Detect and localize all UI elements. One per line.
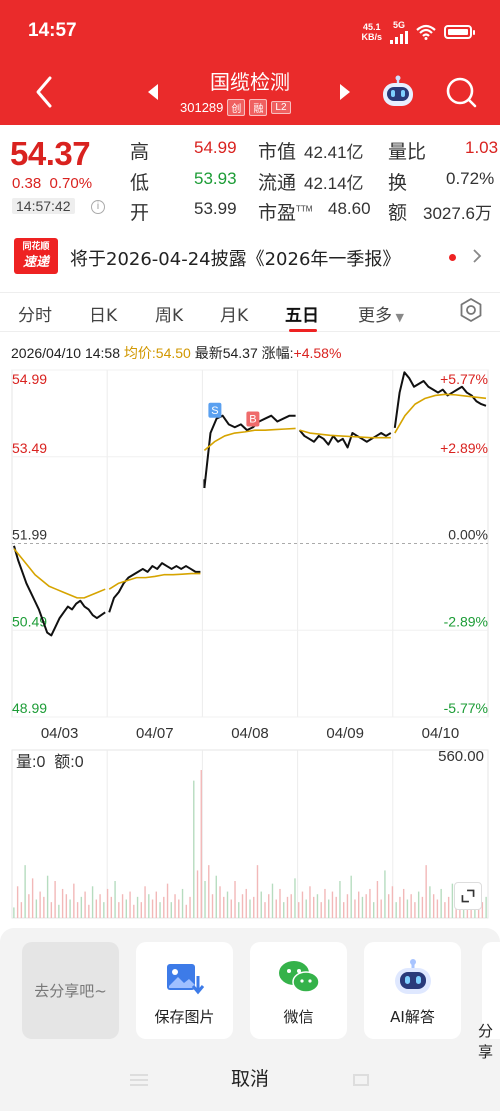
wechat-share-button[interactable]: 微信 — [250, 942, 347, 1039]
x-tick-label: 04/03 — [41, 725, 79, 742]
active-tab-indicator — [289, 329, 317, 332]
ai-robot-icon — [395, 959, 431, 994]
fullscreen-icon[interactable] — [454, 882, 482, 910]
turnover-label: 换 — [388, 173, 408, 194]
dropdown-icon: ▼ — [392, 311, 404, 324]
save-image-icon — [167, 964, 205, 995]
battery-icon — [444, 25, 475, 39]
price-line — [203, 414, 296, 489]
chevron-right-icon[interactable] — [472, 249, 482, 263]
ai-answer-button[interactable]: AI解答 — [364, 942, 461, 1039]
signal-type: 5G — [392, 20, 405, 30]
gear-icon[interactable] — [458, 297, 484, 323]
x-tick-label: 04/08 — [231, 725, 269, 742]
open-label: 开 — [130, 203, 150, 224]
avg-line — [13, 548, 106, 599]
y-tick-label-right: +2.89% — [440, 440, 488, 456]
buy-marker-label: B — [249, 413, 256, 425]
y-tick-label-left: 51.99 — [12, 527, 47, 543]
current-price: 54.37 — [10, 135, 91, 172]
y-tick-label-left: 54.99 — [12, 371, 47, 387]
signal-icon — [390, 30, 408, 44]
vol-ratio-value: 1.03 — [465, 138, 499, 157]
chart-info-line: 2026/04/10 14:58 均价:54.50 最新54.37 涨幅:+4.… — [11, 345, 342, 361]
tab-weekly-k[interactable]: 周K — [155, 301, 183, 326]
price-change: 0.38 0.70% — [12, 175, 93, 192]
tab-five-day[interactable]: 五日 — [285, 301, 319, 326]
vol-ratio-label: 量比 — [388, 142, 427, 163]
tab-daily-k[interactable]: 日K — [89, 301, 117, 326]
share-more-label: 分享 — [478, 1022, 494, 1061]
tab-more[interactable]: 更多 ▼ — [358, 301, 404, 326]
y-tick-label-left: 48.99 — [12, 700, 47, 716]
y-tick-label-right: 0.00% — [448, 527, 488, 543]
stock-code-row: 301289 创 融 L2 — [180, 99, 291, 116]
stock-name: 国缆检测 — [210, 72, 290, 94]
avg-line — [394, 393, 487, 434]
volume-max-label: 560.00 — [438, 748, 484, 765]
amount-value: 3027.6万 — [423, 204, 492, 223]
five-day-price-chart[interactable]: 54.99 +5.77%53.49 +2.89%51.99 0.00%50.49 -2.… — [0, 362, 500, 742]
announcement-text[interactable]: 将于2026-04-24披露《2026年一季报》 — [70, 245, 400, 271]
amount-label: 额 — [388, 203, 408, 224]
wifi-icon — [416, 24, 436, 40]
save-image-button[interactable]: 保存图片 — [136, 942, 233, 1039]
low-label: 低 — [130, 173, 150, 194]
x-tick-label: 04/09 — [326, 725, 364, 742]
status-time: 14:57 — [28, 20, 77, 41]
low-value: 53.93 — [194, 169, 237, 188]
app-header: 14:57 45.1 KB/s 5G 国缆检测 301289 创 融 L2 — [0, 0, 500, 125]
tab-monthly-k[interactable]: 月K — [220, 301, 248, 326]
tonghuashun-logo: 同花顺 速递 — [14, 238, 58, 274]
next-stock-button[interactable] — [340, 84, 350, 100]
price-line — [108, 562, 201, 613]
chart-tabs: 分时 日K 周K 月K 五日 更多 ▼ — [0, 292, 500, 332]
signal-group: 5G — [390, 20, 408, 44]
y-tick-label-left: 53.49 — [12, 440, 47, 456]
back-nav-icon[interactable] — [350, 1072, 372, 1088]
x-tick-label: 04/10 — [422, 725, 460, 742]
open-value: 53.99 — [194, 199, 237, 218]
menu-nav-icon[interactable] — [128, 1072, 150, 1088]
tab-intraday[interactable]: 分时 — [18, 301, 52, 326]
mktcap-label: 市值 — [258, 142, 297, 163]
turnover-value: 0.72% — [446, 169, 495, 188]
y-tick-label-right: -5.77% — [444, 700, 488, 716]
ai-robot-button[interactable] — [380, 74, 416, 108]
mktcap-value: 42.41亿 — [304, 143, 364, 162]
pe-value: 48.60 — [328, 199, 371, 218]
stock-code: 301289 — [180, 100, 224, 115]
avg-line — [108, 572, 201, 590]
volume-frame — [11, 749, 489, 919]
y-tick-label-right: -2.89% — [444, 613, 488, 629]
tag-rong: 融 — [249, 99, 268, 116]
volume-label: 量:0 额:0 — [16, 754, 84, 771]
quote-time: 14:57:42 — [12, 198, 75, 214]
float-value: 42.14亿 — [304, 174, 364, 193]
sell-marker-label: S — [211, 405, 218, 417]
net-speed: 45.1 KB/s — [361, 22, 382, 42]
share-preview-card: 去分享吧~ — [22, 942, 119, 1039]
quote-panel: 54.37 0.38 0.70% 14:57:42 i 高 54.99 低 53… — [0, 125, 500, 225]
avg-line — [203, 427, 296, 451]
float-label: 流通 — [258, 173, 297, 194]
cancel-button[interactable]: 取消 — [0, 1064, 500, 1091]
unread-dot — [449, 254, 456, 261]
y-tick-label-right: +5.77% — [440, 371, 488, 387]
tag-l2: L2 — [271, 101, 291, 114]
high-value: 54.99 — [194, 138, 237, 157]
high-label: 高 — [130, 142, 150, 163]
search-icon[interactable] — [444, 75, 478, 109]
status-icons: 45.1 KB/s 5G — [361, 20, 475, 44]
wechat-icon — [279, 961, 320, 993]
x-tick-label: 04/07 — [136, 725, 174, 742]
tag-chuang: 创 — [227, 99, 246, 116]
info-icon[interactable]: i — [91, 200, 105, 214]
pe-label: 市盈TTM — [258, 203, 313, 224]
